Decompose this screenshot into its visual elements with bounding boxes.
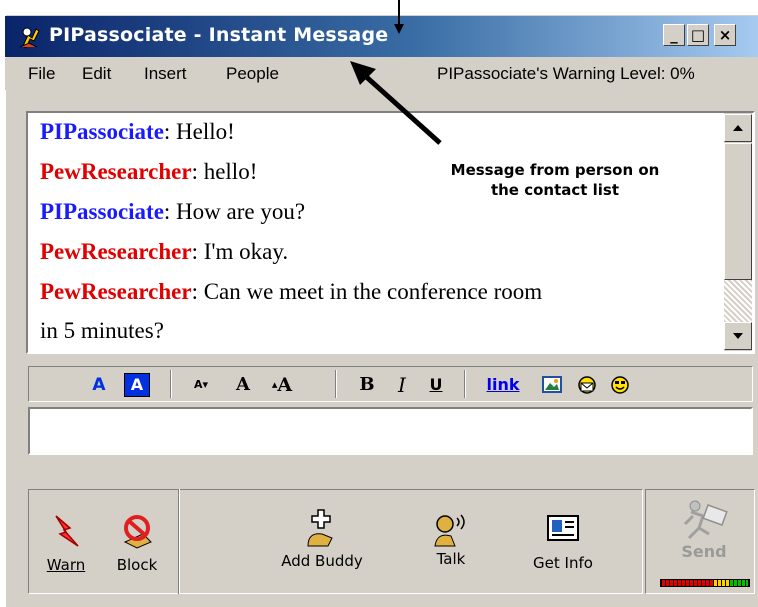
title-bar[interactable]: PIPassociate - Instant Message (5, 16, 758, 57)
talk-icon (434, 514, 465, 547)
block-icon (123, 515, 152, 549)
insert-picture-button[interactable] (541, 372, 563, 398)
add-buddy-icon (307, 509, 333, 547)
pointer-cursor-icon (394, 0, 404, 34)
menu-people[interactable]: People (226, 64, 279, 84)
talk-label: Talk (436, 550, 466, 568)
smiley-icon (611, 376, 629, 394)
send-label: Send (681, 542, 727, 561)
annotation-arrow-icon (350, 61, 442, 145)
message-text: : Hello! (163, 119, 235, 144)
close-button[interactable]: × (714, 24, 736, 46)
menu-insert[interactable]: Insert (144, 64, 187, 84)
message-line: PIPassociate: Hello! (40, 119, 235, 145)
info-card-icon (547, 515, 579, 541)
bold-button[interactable]: B (356, 372, 378, 398)
picture-icon (542, 376, 562, 393)
annotation-line: Message from person on (450, 161, 660, 179)
panel-divider (178, 489, 180, 594)
warning-level-label: PIPassociate's Warning Level: 0% (437, 64, 695, 83)
scroll-up-button[interactable] (724, 114, 752, 142)
message-sender: PewResearcher (40, 159, 192, 184)
toolbar-separator (170, 370, 172, 398)
message-wrapped-line: in 5 minutes? (40, 318, 164, 343)
warn-button[interactable]: Warn (42, 512, 90, 574)
message-line: PewResearcher: hello! (40, 159, 257, 185)
block-button[interactable]: Block (106, 512, 168, 574)
window-title: PIPassociate - Instant Message (49, 24, 389, 46)
talk-button[interactable]: Talk (428, 510, 474, 568)
arrow-down-icon (733, 333, 743, 339)
get-info-label: Get Info (533, 554, 593, 572)
warning-level-meter (660, 579, 750, 587)
envelope-smiley-icon (578, 376, 596, 394)
meter-yellow-segment (714, 580, 730, 586)
normal-font-button[interactable]: A (232, 372, 254, 398)
increase-font-label: A (277, 374, 293, 396)
scroll-track-rest[interactable] (724, 280, 752, 322)
message-text: : I'm okay. (191, 239, 289, 264)
get-info-button[interactable]: Get Info (520, 512, 606, 572)
message-sender: PewResearcher (40, 279, 192, 304)
toolbar-separator (335, 370, 337, 398)
lightning-bolt-icon (55, 515, 79, 547)
insert-smiley-button[interactable] (609, 372, 631, 398)
message-line: PewResearcher: Can we meet in the confer… (40, 279, 542, 305)
add-buddy-label: Add Buddy (281, 552, 363, 570)
message-line: PewResearcher: I'm okay. (40, 239, 288, 265)
decrease-arrow-icon: ▾ (202, 378, 209, 391)
message-line: PIPassociate: How are you? (40, 199, 305, 225)
message-text: : hello! (191, 159, 258, 184)
annotation-line: the contact list (490, 181, 620, 199)
meter-green-segment (730, 580, 748, 586)
message-sender: PIPassociate (40, 119, 164, 144)
warn-label: Warn (46, 556, 86, 574)
add-buddy-button[interactable]: Add Buddy (274, 508, 370, 570)
arrow-up-icon (733, 125, 743, 131)
message-sender: PewResearcher (40, 239, 192, 264)
scroll-down-button[interactable] (724, 322, 752, 350)
send-email-button[interactable] (576, 372, 598, 398)
send-running-man-icon (683, 500, 728, 540)
menu-file[interactable]: File (28, 64, 55, 84)
message-sender: PIPassociate (40, 199, 164, 224)
maximize-button[interactable]: □ (687, 24, 709, 46)
italic-button[interactable]: I (391, 372, 413, 398)
text-color-button[interactable]: A (88, 372, 110, 398)
block-label: Block (116, 556, 158, 574)
message-text: : How are you? (163, 199, 306, 224)
message-input[interactable] (28, 407, 753, 455)
send-button[interactable]: Send (660, 498, 748, 561)
menu-edit[interactable]: Edit (82, 64, 111, 84)
aim-logo-icon (19, 27, 40, 49)
annotation-callout: Message from person on the contact list (415, 160, 695, 200)
scroll-thumb[interactable] (724, 143, 752, 280)
meter-red-segment (662, 580, 714, 586)
toolbar-separator (464, 370, 466, 398)
background-color-button[interactable]: A (124, 373, 150, 397)
insert-link-button[interactable]: link (482, 372, 524, 398)
underline-button[interactable]: U (425, 372, 447, 398)
minimize-button[interactable]: _ (663, 24, 685, 46)
message-text: : Can we meet in the conference room (191, 279, 543, 304)
increase-font-button[interactable]: ▴A (265, 372, 299, 398)
decrease-font-button[interactable]: A▾ (184, 372, 218, 398)
